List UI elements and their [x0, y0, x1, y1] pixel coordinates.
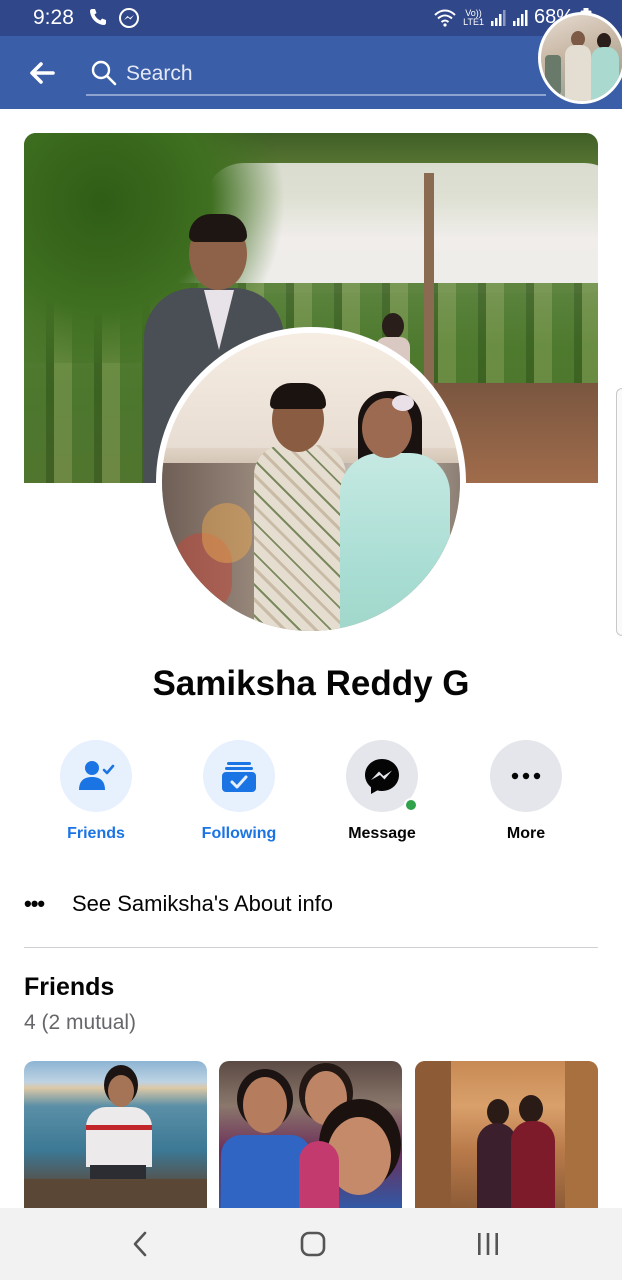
friend-photo[interactable] — [219, 1061, 402, 1211]
nav-recents-button[interactable] — [468, 1228, 508, 1260]
phone-icon — [90, 9, 106, 25]
back-button[interactable] — [27, 58, 57, 88]
following-button[interactable]: Following — [189, 740, 289, 843]
edge-panel-handle[interactable] — [616, 388, 622, 636]
wifi-icon — [434, 9, 456, 27]
friends-icon — [79, 761, 115, 790]
volte-indicator: Vo)) LTE1 — [463, 7, 484, 27]
friends-button-label: Friends — [67, 825, 125, 842]
message-button-label: Message — [348, 825, 416, 842]
more-icon — [511, 772, 541, 780]
friend-photo[interactable] — [24, 1061, 207, 1211]
status-time: 9:28 — [33, 6, 74, 29]
status-left-icons — [88, 7, 140, 29]
signal-icon — [490, 9, 506, 26]
home-icon — [300, 1231, 326, 1257]
system-navigation-bar — [0, 1208, 622, 1280]
search-bar[interactable] — [86, 56, 546, 96]
friends-section-title: Friends — [24, 973, 115, 1001]
section-divider — [24, 947, 598, 948]
chevron-left-icon — [133, 1231, 147, 1257]
signal-icon — [512, 9, 528, 26]
about-info-text: See Samiksha's About info — [72, 891, 334, 916]
messenger-icon — [365, 759, 399, 794]
messenger-icon — [119, 8, 139, 28]
message-button[interactable]: Message — [332, 740, 432, 843]
chat-head-avatar[interactable] — [538, 12, 622, 104]
profile-picture[interactable] — [156, 327, 466, 637]
friends-button[interactable]: Friends — [46, 740, 146, 843]
top-app-bar — [0, 36, 622, 109]
nav-back-button[interactable] — [120, 1228, 160, 1260]
recents-icon — [478, 1233, 498, 1255]
back-arrow-icon — [30, 62, 55, 84]
about-info-link[interactable]: ••• See Samiksha's About info — [24, 884, 598, 924]
search-icon — [91, 60, 117, 86]
online-status-dot — [404, 798, 418, 812]
ellipsis-icon: ••• — [24, 891, 45, 916]
profile-name: Samiksha Reddy G — [152, 664, 470, 703]
profile-actions: Friends Following Message More — [24, 740, 598, 850]
search-input[interactable] — [126, 58, 526, 90]
nav-home-button[interactable] — [293, 1228, 333, 1260]
following-button-label: Following — [201, 825, 277, 842]
status-bar: 9:28 Vo)) LTE1 68% — [0, 0, 622, 36]
friends-count: 4 (2 mutual) — [24, 1011, 137, 1034]
more-button-label: More — [506, 825, 546, 842]
more-button[interactable]: More — [476, 740, 576, 843]
friend-photo[interactable] — [415, 1061, 598, 1211]
following-icon — [222, 762, 256, 792]
